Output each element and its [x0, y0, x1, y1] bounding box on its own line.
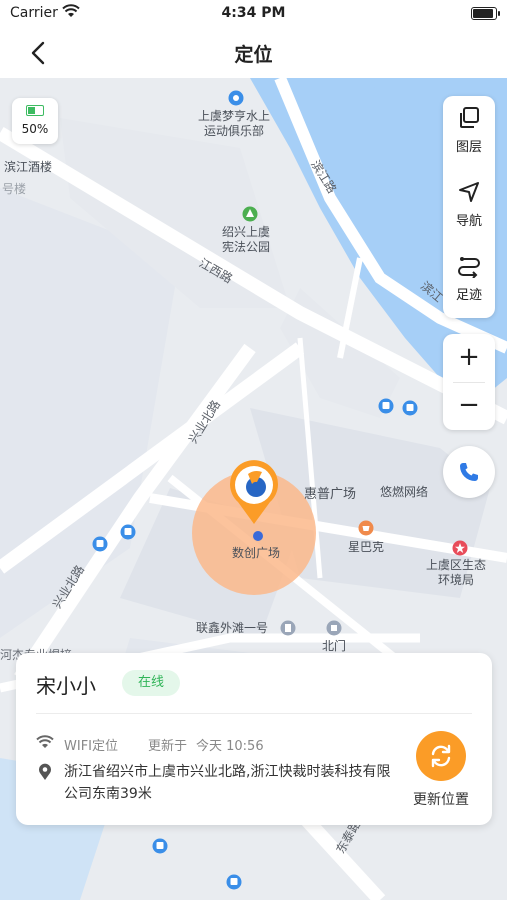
zoom-out-button[interactable]: − [443, 382, 495, 430]
poi-label: 星巴克 [348, 540, 385, 554]
layers-button[interactable]: 图层 [443, 96, 495, 170]
address-text: 浙江省绍兴市上虞市兴业北路,浙江快裁时装科技有限公司东南39米 [64, 764, 391, 802]
bus-stop-icon [152, 838, 168, 854]
wifi-icon [36, 735, 54, 748]
poi-label: 惠普广场 [304, 487, 357, 502]
track-button[interactable]: 足迹 [443, 244, 495, 318]
government-poi-icon [452, 540, 468, 556]
battery-percent: 50% [21, 122, 49, 136]
poi-label: 号楼 [2, 182, 27, 196]
zoom-controls: + − [443, 334, 495, 430]
device-info-card: 宋小小 在线 WIFI定位 更新于 今天 10:56 浙江省绍兴市上虞市兴业北路… [16, 653, 492, 825]
clock: 4:34 PM [221, 5, 286, 21]
poi-label: 上虞梦亨水上 运动俱乐部 [198, 109, 271, 138]
poi-label: 联鑫外滩一号 [196, 621, 269, 635]
sports-poi-icon [228, 90, 244, 106]
status-badge: 在线 [122, 670, 180, 696]
poi-label: 滨江酒楼 [4, 160, 53, 174]
battery-icon [26, 105, 44, 116]
divider [36, 713, 472, 714]
location-type-label: WIFI定位 [64, 739, 118, 754]
gate-poi-icon [326, 620, 342, 636]
layers-icon [460, 107, 479, 128]
status-bar: Carrier 4:34 PM [0, 0, 507, 28]
update-time: 今天 10:56 [196, 739, 264, 754]
building-poi-icon [280, 620, 296, 636]
device-owner-name: 宋小小 [36, 674, 96, 698]
cafe-poi-icon [358, 520, 374, 536]
map-pin-icon [39, 763, 51, 780]
navigate-button[interactable]: 导航 [443, 170, 495, 244]
map-toolbar: 图层 导航 足迹 [443, 96, 495, 318]
battery-icon [471, 7, 500, 20]
refresh-location-label[interactable]: 更新位置 [404, 789, 478, 809]
map-view[interactable]: 上虞梦亨水上 运动俱乐部 滨江酒楼 号楼 绍兴上虞 宪法公园 江西路 滨江路 滨… [0, 78, 507, 900]
bus-stop-icon [378, 398, 394, 414]
page-title: 定位 [234, 44, 273, 66]
poi-label: 绍兴上虞 宪法公园 [222, 225, 271, 254]
location-pin-icon[interactable] [226, 458, 282, 526]
track-label: 足迹 [455, 288, 482, 303]
poi-label: 上虞区生态 环境局 [426, 558, 487, 587]
refresh-location-button[interactable] [416, 731, 466, 781]
bus-stop-icon [120, 524, 136, 540]
poi-label: 北门 [322, 639, 347, 653]
device-battery-chip: 50% [12, 98, 58, 144]
route-icon [458, 257, 480, 278]
zoom-in-button[interactable]: + [443, 334, 495, 382]
nav-bar: 定位 [0, 28, 507, 78]
bus-stop-icon [226, 874, 242, 890]
park-poi-icon [242, 206, 258, 222]
layers-label: 图层 [455, 140, 482, 155]
navigate-label: 导航 [455, 214, 482, 229]
update-prefix: 更新于 [148, 739, 188, 754]
refresh-icon [431, 744, 451, 768]
bus-stop-icon [92, 536, 108, 552]
phone-icon [460, 463, 478, 481]
bus-stop-icon [402, 400, 418, 416]
navigation-arrow-icon [459, 182, 479, 202]
call-button[interactable] [443, 446, 495, 498]
poi-label: 数创广场 [232, 546, 281, 560]
poi-label: 悠燃网络 [380, 485, 429, 499]
